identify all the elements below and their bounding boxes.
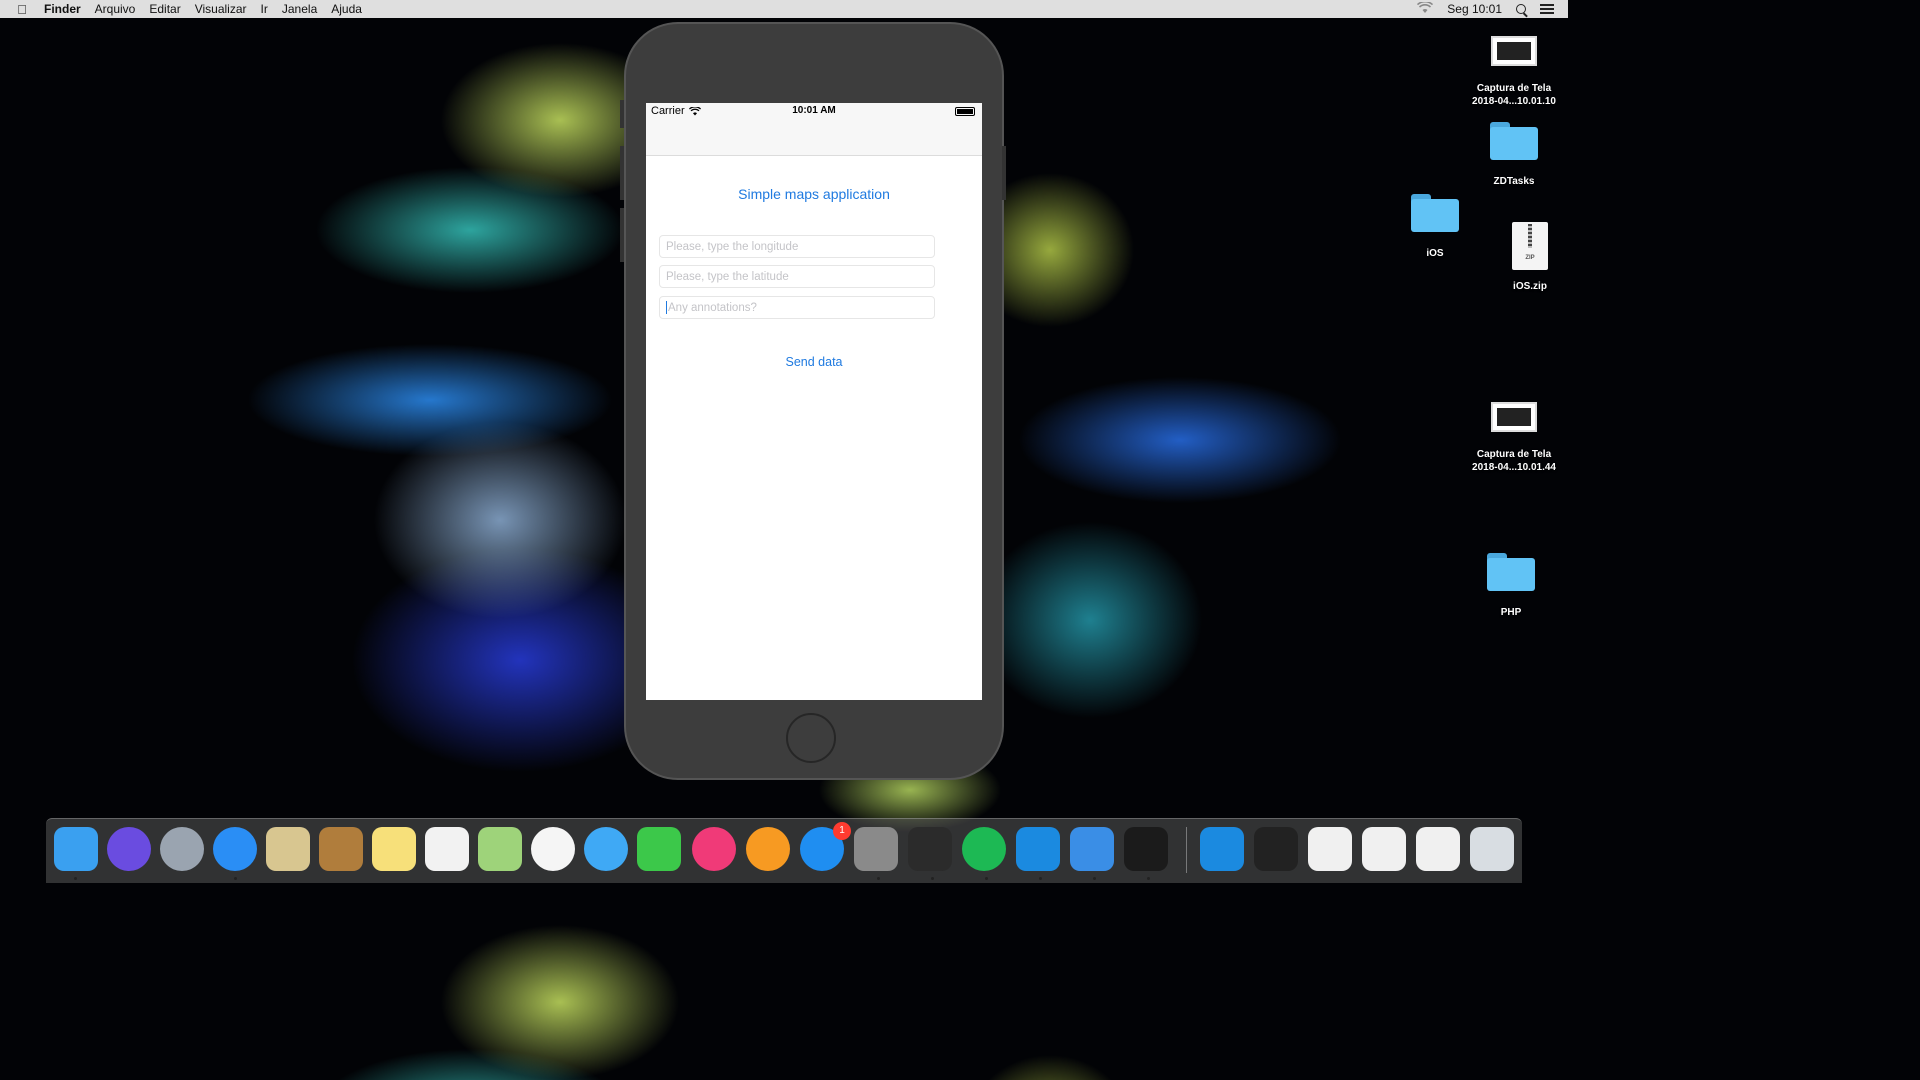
app-title: Simple maps application [738,186,890,202]
photo-booth-icon[interactable] [1254,827,1298,871]
send-data-button[interactable]: Send data [646,355,982,369]
activity-monitor-icon[interactable] [908,827,952,871]
ibooks-icon[interactable] [746,827,790,871]
wifi-icon[interactable] [1417,0,1434,17]
desktop-icon-label: ZDTasks [1493,176,1535,187]
dock [46,818,1522,883]
longitude-input[interactable]: Please, type the longitude [659,235,935,258]
desktop-folder-ios[interactable]: iOS [1397,194,1473,260]
menu-arquivo[interactable]: Arquivo [95,2,136,16]
zip-file-icon [1512,222,1548,270]
desktop-screenshot-1[interactable]: Captura de Tela 2018-04...10.01.10 [1466,36,1562,108]
annotations-placeholder: Any annotations? [668,301,757,314]
desktop-icon-label: Captura de Tela 2018-04...10.01.10 [1472,83,1556,107]
menu-bar:  Finder Arquivo Editar Visualizar Ir Ja… [0,0,1568,18]
simulator-screen: Carrier 10:01 AM Simple maps application… [646,103,982,700]
terminal-icon[interactable] [1124,827,1168,871]
running-indicator [1039,877,1042,880]
screenshot-preview-icon[interactable] [1362,827,1406,871]
apple-menu-icon[interactable]:  [14,2,30,17]
notification-center-icon[interactable] [1540,4,1554,14]
itunes-icon[interactable] [692,827,736,871]
running-indicator [985,877,988,880]
text-cursor [666,301,667,314]
preview-document-icon[interactable] [1308,827,1352,871]
photos-icon[interactable] [531,827,575,871]
spotlight-search-icon[interactable] [1516,4,1526,14]
latitude-input[interactable]: Please, type the latitude [659,265,935,288]
desktop-folder-php[interactable]: PHP [1473,553,1549,619]
running-indicator [877,877,880,880]
menu-ir[interactable]: Ir [261,2,268,16]
notes-icon[interactable] [372,827,416,871]
ios-status-bar: Carrier 10:01 AM [646,103,982,156]
menu-finder[interactable]: Finder [44,2,81,16]
running-indicator [74,877,77,880]
desktop-icon-label: iOS [1426,248,1444,259]
desktop-folder-zdtasks[interactable]: ZDTasks [1476,122,1552,188]
running-indicator [931,877,934,880]
menu-visualizar[interactable]: Visualizar [195,2,247,16]
minimized-window-icon[interactable] [1416,827,1460,871]
system-preferences-icon[interactable] [854,827,898,871]
folder-icon [1487,553,1535,591]
desktop-screenshot-2[interactable]: Captura de Tela 2018-04...10.01.44 [1466,402,1562,474]
finder-icon[interactable] [54,827,98,871]
mute-switch[interactable] [620,100,624,128]
power-button[interactable] [1002,146,1006,200]
desktop-icon-label: iOS.zip [1513,281,1547,292]
desktop-icon-label: Captura de Tela 2018-04...10.01.44 [1472,449,1556,473]
xcode-beta-icon[interactable] [1016,827,1060,871]
reminders-icon[interactable] [425,827,469,871]
simulator-icon[interactable] [1070,827,1114,871]
desktop-file-ios-zip[interactable]: iOS.zip [1492,222,1568,293]
maps-icon[interactable] [478,827,522,871]
app-store-badge: 1 [833,822,851,840]
volume-up-button[interactable] [620,146,624,200]
menu-editar[interactable]: Editar [149,2,180,16]
xcode-icon[interactable] [1200,827,1244,871]
ios-status-time: 10:01 AM [792,105,836,116]
desktop-icon-label: PHP [1500,607,1522,618]
running-indicator [1093,877,1096,880]
folder-icon [1411,194,1459,232]
volume-down-button[interactable] [620,208,624,262]
running-indicator [234,877,237,880]
dock-separator [1186,827,1187,873]
battery-icon [955,107,975,116]
messages-icon[interactable] [584,827,628,871]
folder-icon [1490,122,1538,160]
running-indicator [1147,877,1150,880]
contacts-icon[interactable] [319,827,363,871]
mail-icon[interactable] [266,827,310,871]
menu-ajuda[interactable]: Ajuda [331,2,362,16]
annotations-input[interactable]: Any annotations? [659,296,935,319]
longitude-placeholder: Please, type the longitude [666,240,799,253]
screenshot-file-icon [1491,402,1537,432]
menubar-clock[interactable]: Seg 10:01 [1447,2,1502,16]
trash-icon[interactable] [1470,827,1514,871]
screenshot-file-icon [1491,36,1537,66]
siri-icon[interactable] [107,827,151,871]
spotify-icon[interactable] [962,827,1006,871]
facetime-icon[interactable] [637,827,681,871]
safari-icon[interactable] [213,827,257,871]
launchpad-icon[interactable] [160,827,204,871]
menu-janela[interactable]: Janela [282,2,317,16]
latitude-placeholder: Please, type the latitude [666,270,789,283]
home-button[interactable] [786,713,836,763]
